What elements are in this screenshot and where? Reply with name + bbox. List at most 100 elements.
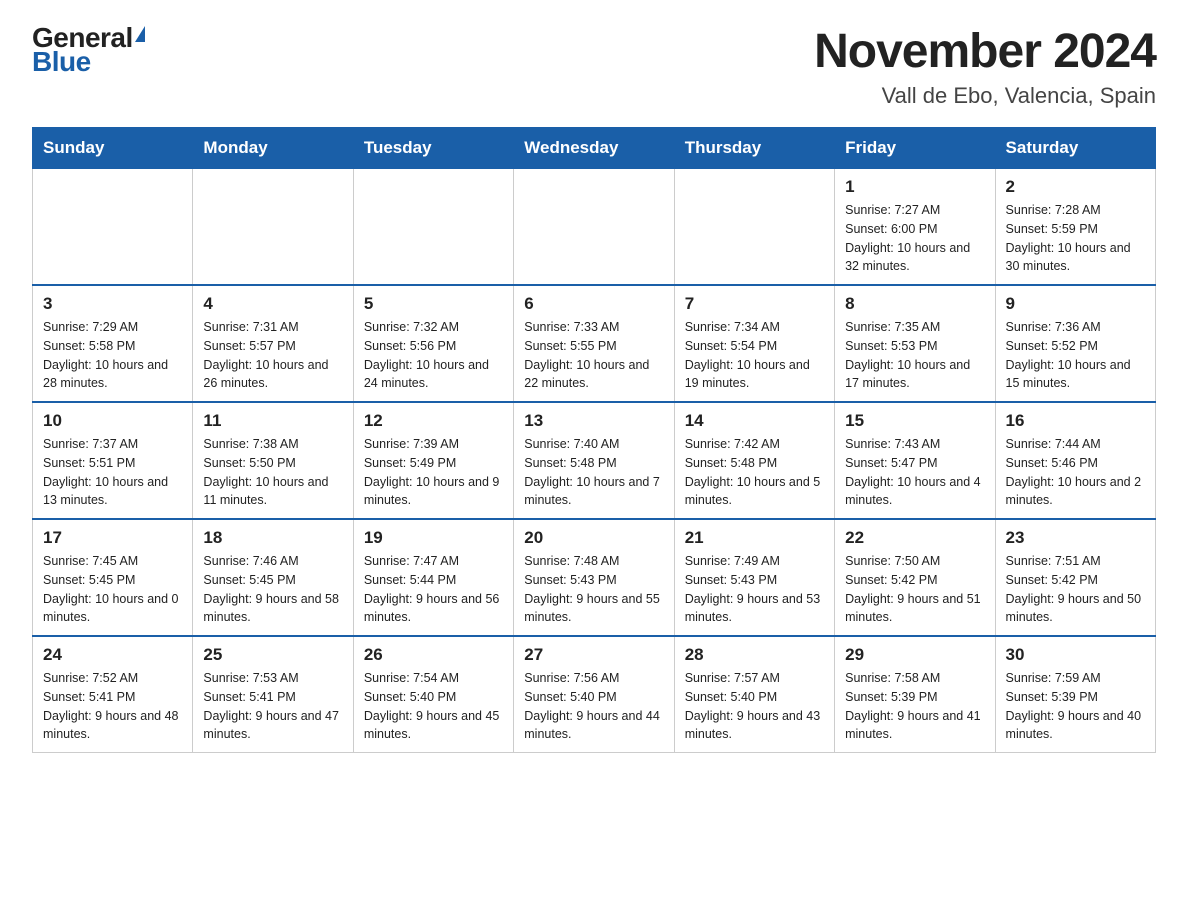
day-info: Sunrise: 7:48 AMSunset: 5:43 PMDaylight:… xyxy=(524,552,663,627)
logo-blue-text: Blue xyxy=(32,48,145,76)
day-info: Sunrise: 7:36 AMSunset: 5:52 PMDaylight:… xyxy=(1006,318,1145,393)
day-number: 4 xyxy=(203,294,342,314)
calendar-week-row: 24 Sunrise: 7:52 AMSunset: 5:41 PMDayligh… xyxy=(33,636,1156,753)
day-info: Sunrise: 7:35 AMSunset: 5:53 PMDaylight:… xyxy=(845,318,984,393)
header-tuesday: Tuesday xyxy=(353,128,513,169)
day-info: Sunrise: 7:54 AMSunset: 5:40 PMDaylight:… xyxy=(364,669,503,744)
day-number: 12 xyxy=(364,411,503,431)
day-info: Sunrise: 7:51 AMSunset: 5:42 PMDaylight:… xyxy=(1006,552,1145,627)
day-info: Sunrise: 7:39 AMSunset: 5:49 PMDaylight:… xyxy=(364,435,503,510)
title-block: November 2024 Vall de Ebo, Valencia, Spa… xyxy=(814,24,1156,109)
calendar-cell: 13 Sunrise: 7:40 AMSunset: 5:48 PMDayligh… xyxy=(514,402,674,519)
day-info: Sunrise: 7:43 AMSunset: 5:47 PMDaylight:… xyxy=(845,435,984,510)
day-info: Sunrise: 7:56 AMSunset: 5:40 PMDaylight:… xyxy=(524,669,663,744)
day-info: Sunrise: 7:47 AMSunset: 5:44 PMDaylight:… xyxy=(364,552,503,627)
calendar-cell: 6 Sunrise: 7:33 AMSunset: 5:55 PMDaylight… xyxy=(514,285,674,402)
day-info: Sunrise: 7:49 AMSunset: 5:43 PMDaylight:… xyxy=(685,552,824,627)
day-number: 18 xyxy=(203,528,342,548)
header-wednesday: Wednesday xyxy=(514,128,674,169)
calendar-cell: 1 Sunrise: 7:27 AMSunset: 6:00 PMDaylight… xyxy=(835,169,995,286)
day-number: 15 xyxy=(845,411,984,431)
day-info: Sunrise: 7:59 AMSunset: 5:39 PMDaylight:… xyxy=(1006,669,1145,744)
day-number: 3 xyxy=(43,294,182,314)
calendar-cell: 27 Sunrise: 7:56 AMSunset: 5:40 PMDayligh… xyxy=(514,636,674,753)
day-info: Sunrise: 7:38 AMSunset: 5:50 PMDaylight:… xyxy=(203,435,342,510)
header-friday: Friday xyxy=(835,128,995,169)
day-info: Sunrise: 7:33 AMSunset: 5:55 PMDaylight:… xyxy=(524,318,663,393)
day-number: 13 xyxy=(524,411,663,431)
calendar-cell: 28 Sunrise: 7:57 AMSunset: 5:40 PMDayligh… xyxy=(674,636,834,753)
calendar-week-row: 3 Sunrise: 7:29 AMSunset: 5:58 PMDaylight… xyxy=(33,285,1156,402)
weekday-header-row: Sunday Monday Tuesday Wednesday Thursday… xyxy=(33,128,1156,169)
day-number: 23 xyxy=(1006,528,1145,548)
calendar-table: Sunday Monday Tuesday Wednesday Thursday… xyxy=(32,127,1156,753)
calendar-cell: 21 Sunrise: 7:49 AMSunset: 5:43 PMDayligh… xyxy=(674,519,834,636)
day-number: 22 xyxy=(845,528,984,548)
day-number: 14 xyxy=(685,411,824,431)
day-info: Sunrise: 7:44 AMSunset: 5:46 PMDaylight:… xyxy=(1006,435,1145,510)
calendar-cell: 22 Sunrise: 7:50 AMSunset: 5:42 PMDayligh… xyxy=(835,519,995,636)
calendar-cell: 20 Sunrise: 7:48 AMSunset: 5:43 PMDayligh… xyxy=(514,519,674,636)
day-number: 11 xyxy=(203,411,342,431)
calendar-cell: 15 Sunrise: 7:43 AMSunset: 5:47 PMDayligh… xyxy=(835,402,995,519)
calendar-week-row: 10 Sunrise: 7:37 AMSunset: 5:51 PMDayligh… xyxy=(33,402,1156,519)
calendar-cell: 23 Sunrise: 7:51 AMSunset: 5:42 PMDayligh… xyxy=(995,519,1155,636)
header-sunday: Sunday xyxy=(33,128,193,169)
calendar-cell: 4 Sunrise: 7:31 AMSunset: 5:57 PMDaylight… xyxy=(193,285,353,402)
calendar-cell: 8 Sunrise: 7:35 AMSunset: 5:53 PMDaylight… xyxy=(835,285,995,402)
day-info: Sunrise: 7:53 AMSunset: 5:41 PMDaylight:… xyxy=(203,669,342,744)
day-info: Sunrise: 7:37 AMSunset: 5:51 PMDaylight:… xyxy=(43,435,182,510)
day-number: 10 xyxy=(43,411,182,431)
day-info: Sunrise: 7:52 AMSunset: 5:41 PMDaylight:… xyxy=(43,669,182,744)
day-number: 5 xyxy=(364,294,503,314)
day-number: 24 xyxy=(43,645,182,665)
calendar-title: November 2024 xyxy=(814,24,1156,79)
calendar-cell: 18 Sunrise: 7:46 AMSunset: 5:45 PMDayligh… xyxy=(193,519,353,636)
calendar-cell xyxy=(33,169,193,286)
day-number: 6 xyxy=(524,294,663,314)
day-number: 21 xyxy=(685,528,824,548)
day-info: Sunrise: 7:40 AMSunset: 5:48 PMDaylight:… xyxy=(524,435,663,510)
calendar-cell: 3 Sunrise: 7:29 AMSunset: 5:58 PMDaylight… xyxy=(33,285,193,402)
day-number: 16 xyxy=(1006,411,1145,431)
day-info: Sunrise: 7:50 AMSunset: 5:42 PMDaylight:… xyxy=(845,552,984,627)
day-info: Sunrise: 7:29 AMSunset: 5:58 PMDaylight:… xyxy=(43,318,182,393)
day-number: 1 xyxy=(845,177,984,197)
day-info: Sunrise: 7:46 AMSunset: 5:45 PMDaylight:… xyxy=(203,552,342,627)
day-info: Sunrise: 7:27 AMSunset: 6:00 PMDaylight:… xyxy=(845,201,984,276)
day-number: 26 xyxy=(364,645,503,665)
day-info: Sunrise: 7:31 AMSunset: 5:57 PMDaylight:… xyxy=(203,318,342,393)
day-number: 28 xyxy=(685,645,824,665)
calendar-week-row: 1 Sunrise: 7:27 AMSunset: 6:00 PMDaylight… xyxy=(33,169,1156,286)
day-number: 25 xyxy=(203,645,342,665)
day-number: 7 xyxy=(685,294,824,314)
calendar-cell: 16 Sunrise: 7:44 AMSunset: 5:46 PMDayligh… xyxy=(995,402,1155,519)
calendar-cell: 7 Sunrise: 7:34 AMSunset: 5:54 PMDaylight… xyxy=(674,285,834,402)
calendar-cell: 24 Sunrise: 7:52 AMSunset: 5:41 PMDayligh… xyxy=(33,636,193,753)
calendar-cell xyxy=(674,169,834,286)
day-number: 2 xyxy=(1006,177,1145,197)
page-header: General Blue November 2024 Vall de Ebo, … xyxy=(32,24,1156,109)
day-number: 20 xyxy=(524,528,663,548)
day-info: Sunrise: 7:34 AMSunset: 5:54 PMDaylight:… xyxy=(685,318,824,393)
calendar-cell: 11 Sunrise: 7:38 AMSunset: 5:50 PMDayligh… xyxy=(193,402,353,519)
day-number: 8 xyxy=(845,294,984,314)
calendar-cell: 30Sunrise: 7:59 AMSunset: 5:39 PMDayligh… xyxy=(995,636,1155,753)
day-info: Sunrise: 7:42 AMSunset: 5:48 PMDaylight:… xyxy=(685,435,824,510)
logo-triangle-icon xyxy=(135,26,145,42)
day-number: 9 xyxy=(1006,294,1145,314)
day-info: Sunrise: 7:32 AMSunset: 5:56 PMDaylight:… xyxy=(364,318,503,393)
day-number: 27 xyxy=(524,645,663,665)
calendar-cell xyxy=(193,169,353,286)
calendar-cell: 26 Sunrise: 7:54 AMSunset: 5:40 PMDayligh… xyxy=(353,636,513,753)
calendar-cell: 29Sunrise: 7:58 AMSunset: 5:39 PMDayligh… xyxy=(835,636,995,753)
day-number: 29 xyxy=(845,645,984,665)
logo: General Blue xyxy=(32,24,145,76)
calendar-cell xyxy=(353,169,513,286)
day-info: Sunrise: 7:45 AMSunset: 5:45 PMDaylight:… xyxy=(43,552,182,627)
day-info: Sunrise: 7:57 AMSunset: 5:40 PMDaylight:… xyxy=(685,669,824,744)
calendar-cell xyxy=(514,169,674,286)
day-number: 17 xyxy=(43,528,182,548)
calendar-cell: 12 Sunrise: 7:39 AMSunset: 5:49 PMDayligh… xyxy=(353,402,513,519)
day-info: Sunrise: 7:28 AMSunset: 5:59 PMDaylight:… xyxy=(1006,201,1145,276)
